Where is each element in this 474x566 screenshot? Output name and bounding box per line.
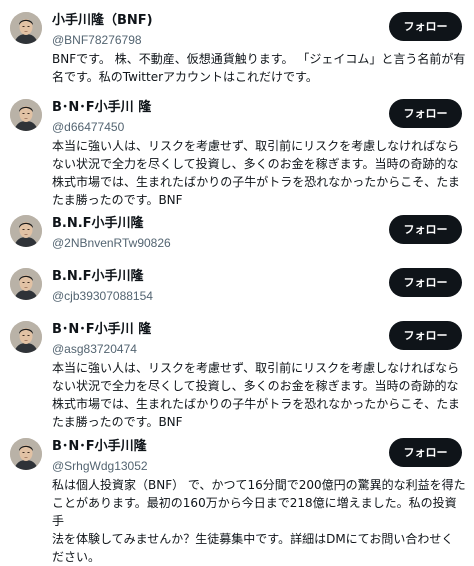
user-bio: 私は個人投資家（BNF） で、かつて16分間で200億円の驚異的な利益を得た こ… [52, 478, 466, 564]
follow-button[interactable]: フォロー [389, 268, 462, 297]
user-list: 小手川隆（BNF) @BNF78276798 BNFです。 株、不動産、仮想通貨… [0, 0, 474, 564]
user-handle[interactable]: @SrhgWdg13052 [52, 458, 148, 474]
avatar[interactable] [10, 99, 42, 131]
follow-button[interactable]: フォロー [389, 438, 462, 467]
user-name[interactable]: B.N.F小手川隆 [52, 268, 144, 286]
follow-button[interactable]: フォロー [389, 99, 462, 128]
user-name[interactable]: 小手川隆（BNF) [52, 12, 153, 30]
user-bio: 本当に強い人は、リスクを考慮せず、取引前にリスクを考慮しなければなら ない状況で… [52, 139, 460, 207]
user-bio: 本当に強い人は、リスクを考慮せず、取引前にリスクを考慮しなければなら ない状況で… [52, 361, 460, 429]
user-handle[interactable]: @asg83720474 [52, 341, 137, 357]
user-handle[interactable]: @d66477450 [52, 119, 124, 135]
avatar[interactable] [10, 321, 42, 353]
user-handle[interactable]: @cjb39307088154 [52, 288, 153, 304]
follow-button[interactable]: フォロー [389, 12, 462, 41]
avatar[interactable] [10, 12, 42, 44]
user-name[interactable]: B･N･F小手川 隆 [52, 321, 151, 339]
user-handle[interactable]: @2NBnvenRTw90826 [52, 235, 171, 251]
avatar[interactable] [10, 438, 42, 470]
user-name[interactable]: B･N･F小手川隆 [52, 438, 147, 456]
follow-button[interactable]: フォロー [389, 321, 462, 350]
avatar[interactable] [10, 215, 42, 247]
user-bio: BNFです。 株、不動産、仮想通貨触ります。 「ジェイコム」と言う名前が有 名で… [52, 52, 466, 84]
user-name[interactable]: B.N.F小手川隆 [52, 215, 144, 233]
user-name[interactable]: B･N･F小手川 隆 [52, 99, 151, 117]
avatar[interactable] [10, 268, 42, 300]
follow-button[interactable]: フォロー [389, 215, 462, 244]
user-handle[interactable]: @BNF78276798 [52, 32, 142, 48]
